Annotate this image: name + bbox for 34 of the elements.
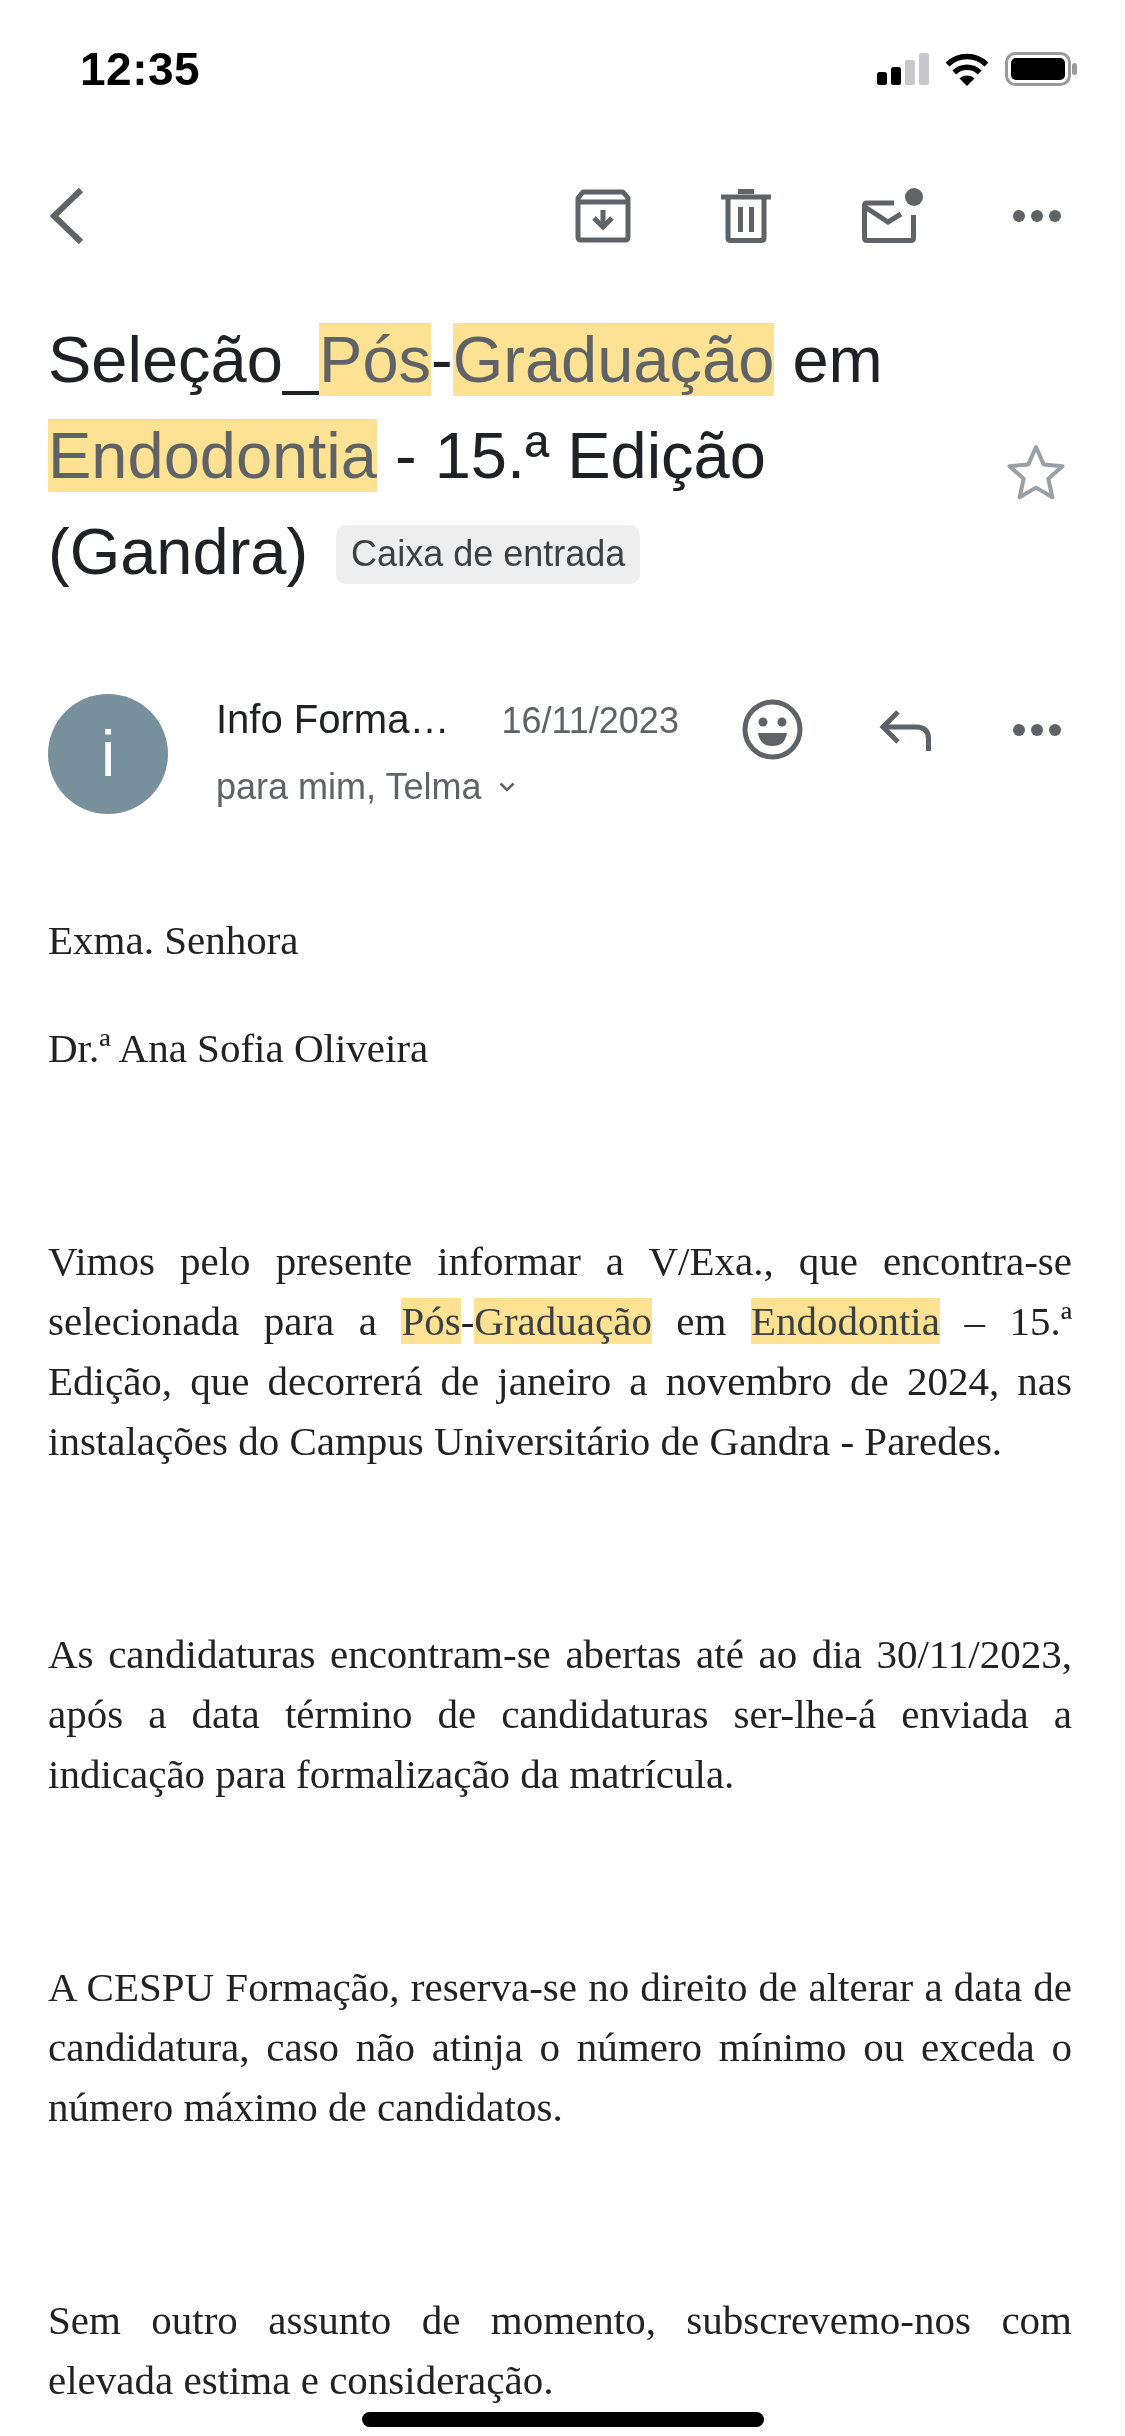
sender-name: Info Forma… [216, 696, 450, 743]
chevron-down-icon [499, 782, 516, 792]
more-button[interactable] [1013, 723, 1061, 736]
body-paragraph: Vimos pelo presente informar a V/Exa., que encontra-se selecionada para a Pós-Graduação em Endodontia – 15.ª Edição, que decorrerá de janeiro a novembro de 2024, nas instalações do Campus Universitário de Gandra - Paredes. [48, 1237, 1072, 1466]
reply-button[interactable] [878, 708, 932, 751]
wifi-icon [944, 52, 990, 86]
reply-icon [878, 708, 932, 751]
mail-dot-icon [861, 188, 923, 244]
body-paragraph: A CESPU Formação, reserva-se no direito de alterar a data de candidatura, caso não atinja o número mínimo ou exceda o número máximo de candidatos. [48, 1963, 1072, 2132]
archive-button[interactable] [575, 189, 631, 243]
sender-avatar: i [48, 694, 168, 814]
reaction-button[interactable] [742, 699, 803, 760]
greeting-text: Dr.ª Ana Sofia Oliveira [48, 1024, 430, 1073]
body-paragraph: Sem outro assunto de momento, subscrevemo-nos com elevada estima e consideração. [48, 2296, 1072, 2405]
trash-icon [721, 189, 771, 243]
status-time: 12:35 [80, 42, 201, 96]
email-subject: Seleção_Pós-Graduação em Endodontia - 15.ª Edição (Gandra) Caixa de entrada [48, 322, 884, 590]
back-icon [48, 187, 84, 245]
email-date: 16/11/2023 [501, 699, 679, 743]
smiley-icon [742, 699, 803, 760]
greeting-text: Exma. Senhora [48, 916, 300, 965]
more-icon [1013, 210, 1061, 222]
signal-icon [877, 53, 929, 85]
delete-button[interactable] [721, 189, 771, 243]
more-button[interactable] [1013, 210, 1061, 222]
recipients-button[interactable]: para mim, Telma [216, 765, 679, 809]
archive-icon [575, 189, 631, 243]
back-button[interactable] [48, 187, 84, 245]
body-paragraph: As candidaturas encontram-se abertas até ao dia 30/11/2023, após a data término de candidaturas ser-lhe-á enviada a indicação para formalização da matrícula. [48, 1630, 1072, 1799]
star-icon[interactable] [1006, 444, 1066, 500]
battery-icon [1005, 52, 1077, 86]
inbox-label[interactable]: Caixa de entrada [336, 524, 641, 584]
mark-unread-button[interactable] [861, 188, 923, 244]
more-icon [1013, 723, 1061, 736]
